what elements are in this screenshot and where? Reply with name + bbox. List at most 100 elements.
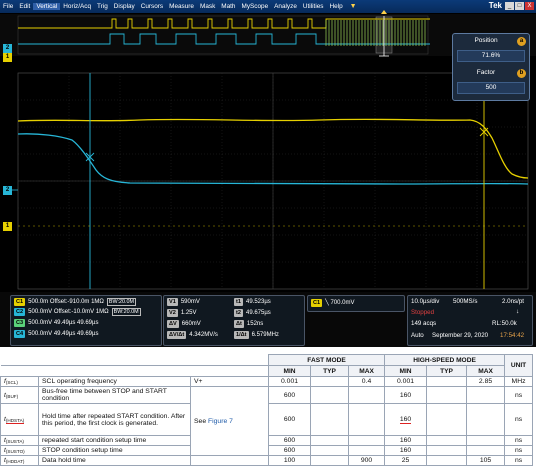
v1-tag: V1 — [167, 298, 178, 306]
trigger-panel[interactable]: C1 ╲ 700.0mV — [307, 295, 405, 312]
t2-readout: t2 49.675µs — [234, 309, 271, 317]
ch2-overview-marker[interactable]: 2 — [3, 44, 12, 53]
row4-htyp — [426, 445, 468, 456]
sample-rate: 500MS/s — [453, 298, 478, 305]
row2-unit: ns — [504, 403, 534, 436]
row0-desc: SCL operating frequency — [38, 376, 191, 387]
row2-fmin: 600 — [268, 403, 312, 436]
trigger-readout: C1 ╲ 700.0mV — [311, 299, 354, 307]
inv-dt-tag: 1/Δt — [234, 331, 249, 339]
t1-readout: t1 49.523µs — [234, 298, 271, 306]
row5-fmax: 900 — [348, 455, 386, 466]
row4-desc: STOP condition setup time — [38, 445, 191, 456]
dt-value: 152ns — [246, 321, 264, 327]
position-label: Position — [474, 37, 498, 44]
ch1-bandwidth: BW:20.0M — [106, 298, 136, 306]
ch3-readout[interactable]: C3 500.0mV 49.49µs 49.69µs — [14, 319, 98, 327]
ch2-impedance: 1MΩ — [95, 309, 109, 315]
row5-ftyp — [310, 455, 350, 466]
row5-hmax: 105 — [466, 455, 506, 466]
row4-unit: ns — [504, 445, 534, 456]
knob-a-icon[interactable]: a — [517, 37, 526, 46]
dvdt-value: 4.342MV/s — [189, 332, 218, 338]
ch1-level-marker[interactable]: 1 — [3, 222, 12, 231]
dt-readout: Δt 152ns — [234, 320, 263, 328]
high-speed-mode-header: HIGH-SPEED MODE — [384, 354, 506, 366]
row4-hmax — [466, 445, 506, 456]
row3-unit: ns — [504, 435, 534, 446]
knob-b-icon[interactable]: b — [517, 69, 526, 78]
ch2-readout[interactable]: C2 500.0mV Offset:-10.0mV 1MΩ BW:20.0M — [14, 308, 141, 316]
fast-min-header: MIN — [268, 365, 312, 377]
ch3-val1: 49.49µs — [53, 320, 76, 326]
t2-tag: t2 — [234, 309, 243, 317]
dvdt-tag: ΔV/Δt — [167, 331, 187, 339]
ch1-scale: 500.0m — [28, 299, 49, 305]
hs-max-header: MAX — [466, 365, 506, 377]
row4-hmin: 160 — [384, 445, 428, 456]
row0-ftyp — [310, 376, 350, 387]
v2-tag: V2 — [167, 309, 178, 317]
ch3-scale: 500.0mV — [28, 320, 53, 326]
table-row: f(SCL) SCL operating frequency V+ 0.001 … — [0, 376, 534, 387]
fast-typ-header: TYP — [310, 365, 350, 377]
cursor-panel: V1 590mV V2 1.25V ΔV 660mV ΔV/Δt 4.342MV/s t… — [163, 295, 305, 346]
dvdt-readout: ΔV/Δt 4.342MV/s — [167, 331, 218, 339]
ch2-level-marker[interactable]: 2 — [3, 186, 12, 195]
ch2-bandwidth: BW:20.0M — [111, 308, 141, 316]
oscilloscope-screen: File Edit Vertical Horiz/Acq Trig Displa… — [0, 0, 536, 347]
acq-time: 17:54:42 — [500, 332, 525, 339]
row5-htyp — [426, 455, 468, 466]
see-figure-cell: See Figure 7 — [189, 386, 270, 456]
row0-unit: MHz — [504, 376, 534, 387]
ch1-overview-marker[interactable]: 1 — [3, 53, 12, 62]
spec-table: FAST MODE HIGH-SPEED MODE UNIT MIN TYP M… — [0, 354, 534, 466]
dv-readout: ΔV 660mV — [167, 320, 201, 328]
ch4-scale: 500.0mV — [28, 331, 53, 337]
row1-fmin: 600 — [268, 386, 312, 404]
row4-ftyp — [310, 445, 350, 456]
ch1-readout[interactable]: C1 500.0m Offset:-910.0m 1MΩ BW:20.0M — [14, 298, 136, 306]
hs-typ-header: TYP — [426, 365, 468, 377]
fast-mode-header: FAST MODE — [268, 354, 386, 366]
header-spacer — [0, 354, 270, 366]
row2-ftyp — [310, 403, 350, 436]
ch3-val2: 49.69µs — [77, 320, 99, 326]
table-row: t(BUF) Bus-free time between STOP and ST… — [0, 386, 534, 456]
ch4-val2: 49.69µs — [77, 331, 99, 337]
row3-hmax — [466, 435, 506, 446]
fast-max-header: MAX — [348, 365, 386, 377]
trigger-slope-icon: ╲ — [325, 300, 329, 306]
table-row: t(HDDAT) Data hold time 100 900 25 105 n… — [0, 455, 534, 466]
row2-hmin-value: 160 — [399, 416, 412, 424]
ch4-readout[interactable]: C4 500.0mV 49.49µs 49.69µs — [14, 330, 98, 338]
acquisition-panel[interactable]: 10.0µs/div 500MS/s 2.0ns/pt Stopped ↓ 14… — [407, 295, 533, 346]
row3-htyp — [426, 435, 468, 446]
v2-value: 1.25V — [180, 310, 197, 316]
row2-symbol: t(HDSTA) — [0, 403, 39, 436]
factor-value[interactable]: 500 — [457, 82, 525, 94]
v1-readout: V1 590mV — [167, 298, 200, 306]
position-value[interactable]: 71.6% — [457, 50, 525, 62]
row0-symbol: f(SCL) — [0, 376, 39, 387]
row5-hmin: 25 — [384, 455, 428, 466]
point-resolution: 2.0ns/pt — [502, 298, 525, 305]
hs-min-header: MIN — [384, 365, 428, 377]
row1-htyp — [426, 386, 468, 404]
readout-bar: C1 500.0m Offset:-910.0m 1MΩ BW:20.0M C2 50… — [0, 292, 536, 347]
ch2-scale: 500.0mV — [28, 309, 53, 315]
timebase: 10.0µs/div — [411, 298, 440, 305]
trigger-source-tag: C1 — [311, 299, 323, 307]
figure-7-link[interactable]: Figure 7 — [208, 418, 233, 425]
acquisition-count: 149 acqs — [411, 320, 437, 327]
row1-fmax — [348, 386, 386, 404]
row2-desc: Hold time after repeated START condition… — [38, 403, 191, 436]
ch1-offset: Offset:-910.0m — [49, 299, 90, 305]
table-group-header-row: FAST MODE HIGH-SPEED MODE UNIT — [0, 354, 534, 377]
ch2-offset: Offset:-10.0mV — [53, 309, 95, 315]
trigger-mode: Auto — [411, 332, 424, 339]
header-spacer-2 — [0, 365, 270, 377]
row1-ftyp — [310, 386, 350, 404]
ch4-val1: 49.49µs — [53, 331, 76, 337]
row2-fmax — [348, 403, 386, 436]
